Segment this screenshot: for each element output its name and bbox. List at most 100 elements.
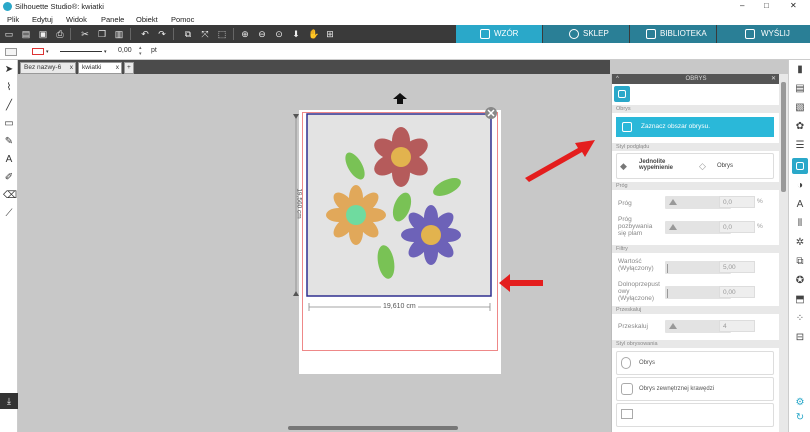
- menu-item-edytuj[interactable]: Edytuj: [32, 15, 53, 24]
- open-file-icon[interactable]: ▤: [21, 29, 31, 39]
- contrast-icon[interactable]: ◑: [794, 180, 806, 192]
- doc-tab-kwiatki[interactable]: kwiatki x: [78, 62, 122, 74]
- trace-panel: OBRYS ^ ✕ Obrys Zaznacz obszar obrysu. S…: [611, 74, 780, 432]
- zoom-fit-icon[interactable]: ⊙: [274, 29, 284, 39]
- stepper-icon[interactable]: ▴ ▾: [139, 45, 142, 57]
- tab-design[interactable]: WZÓR: [456, 25, 542, 43]
- draw-tool-icon[interactable]: ✐: [3, 172, 15, 184]
- section-filters: Filtry: [612, 245, 780, 253]
- select-arrow-icon[interactable]: ➤: [3, 64, 15, 76]
- new-tab-button[interactable]: +: [124, 62, 134, 74]
- annotation-arrow-upper: [525, 140, 595, 182]
- eraser-tool-icon[interactable]: ⌫: [3, 190, 17, 202]
- apply-outline-option[interactable]: Obrys: [616, 351, 774, 375]
- height-measurement: 19,560 cm: [295, 188, 303, 219]
- title-bar: Silhouette Studio®: kwiatki – □ ✕: [0, 0, 810, 13]
- ungroup-icon[interactable]: ⤧: [200, 29, 210, 39]
- trace-panel-icon[interactable]: [792, 158, 808, 174]
- fill-color-icon[interactable]: ✿: [794, 121, 806, 133]
- modify-icon[interactable]: ⧉: [794, 256, 806, 268]
- align-icon[interactable]: ⫴: [794, 218, 806, 230]
- menu-item-pomoc[interactable]: Pomoc: [171, 15, 194, 24]
- close-window-button[interactable]: ✕: [790, 1, 797, 10]
- zoom-out-icon[interactable]: ⊖: [257, 29, 267, 39]
- new-file-icon[interactable]: ▭: [4, 29, 14, 39]
- rectangle-tool-icon[interactable]: ▭: [3, 118, 15, 130]
- tab-send[interactable]: WYŚLIJ: [717, 25, 810, 43]
- redo-icon[interactable]: ↷: [157, 29, 167, 39]
- close-panel-icon[interactable]: ✕: [771, 74, 776, 84]
- threshold-input[interactable]: 0,0: [719, 196, 755, 208]
- trace-outline-icon: [621, 357, 631, 369]
- cut-icon[interactable]: ✂: [80, 29, 90, 39]
- doc-tab-untitled[interactable]: Bez nazwy-6 x: [20, 62, 76, 74]
- replicate-icon[interactable]: ✲: [794, 237, 806, 249]
- maximize-button[interactable]: □: [764, 1, 769, 10]
- speckle-input[interactable]: 0,0: [719, 221, 755, 233]
- menu-item-plik[interactable]: Plik: [7, 15, 19, 24]
- section-apply: Styl obrysowania: [612, 340, 780, 348]
- orange-flower: [326, 185, 386, 245]
- close-tab-icon[interactable]: x: [70, 64, 73, 71]
- scale-input[interactable]: 4: [719, 320, 755, 332]
- undo-icon[interactable]: ↶: [140, 29, 150, 39]
- line-tool-icon[interactable]: ╱: [3, 100, 15, 112]
- tab-library[interactable]: BIBLIOTEKA: [630, 25, 716, 43]
- panel-scrollbar[interactable]: [779, 74, 788, 432]
- line-width-value[interactable]: 0,00: [118, 47, 132, 54]
- design-artwork[interactable]: [289, 90, 569, 320]
- nesting-icon[interactable]: ⊟: [794, 332, 806, 344]
- knife-tool-icon[interactable]: ⟋: [3, 208, 15, 220]
- library-list-icon[interactable]: ▤: [794, 83, 806, 95]
- pattern-icon[interactable]: ⁘: [794, 313, 806, 325]
- import-icon[interactable]: ⤓: [0, 393, 18, 409]
- edit-points-icon[interactable]: ⌇: [3, 82, 15, 94]
- settings-icon[interactable]: ⚙: [794, 397, 806, 409]
- line-style-selector[interactable]: [60, 51, 102, 52]
- line-style-icon[interactable]: ☰: [794, 140, 806, 152]
- highpass-input[interactable]: 5,00: [719, 261, 755, 273]
- lowpass-label: Dolnoprzepust owy (Wyłączone): [618, 281, 660, 302]
- print-icon[interactable]: ⎙: [55, 29, 65, 39]
- apply-outer-edge-option[interactable]: Obrys zewnętrznej krawędzi: [616, 377, 774, 401]
- style-fill-option[interactable]: Jednolite wypełnienie: [639, 159, 689, 171]
- fill-swatch-icon[interactable]: [5, 48, 17, 56]
- zoom-in-icon[interactable]: ⊕: [240, 29, 250, 39]
- close-tab-icon[interactable]: x: [116, 64, 119, 71]
- trace-tab-icon[interactable]: [614, 86, 630, 102]
- fish-outline-icon: ◇: [699, 161, 706, 171]
- collapse-icon[interactable]: ^: [616, 74, 619, 84]
- minimize-button[interactable]: –: [740, 1, 744, 10]
- pan-hand-icon[interactable]: ✋: [308, 29, 319, 39]
- offset-icon[interactable]: ✪: [794, 275, 806, 287]
- cutter-icon: [745, 29, 755, 39]
- pencil-tool-icon[interactable]: ✎: [3, 136, 15, 148]
- zoom-down-icon[interactable]: ⬇: [291, 29, 301, 39]
- refresh-icon[interactable]: ↻: [794, 412, 806, 424]
- canvas-horizontal-scrollbar[interactable]: [18, 424, 610, 432]
- apply-more-option[interactable]: [616, 403, 774, 427]
- style-outline-option[interactable]: Obrys: [717, 163, 733, 169]
- text-tool-icon[interactable]: A: [3, 154, 15, 166]
- tab-store[interactable]: SKLEP: [543, 25, 629, 43]
- document-tabs: Bez nazwy-6 x kwiatki x +: [18, 60, 610, 74]
- text-style-icon[interactable]: A: [794, 199, 806, 211]
- menu-item-widok[interactable]: Widok: [66, 15, 87, 24]
- page-setup-icon[interactable]: ▮: [794, 64, 806, 76]
- section-scale: Przeskaluj: [612, 306, 780, 314]
- copy-icon[interactable]: ❐: [97, 29, 107, 39]
- lowpass-input[interactable]: 0,00: [719, 286, 755, 298]
- line-color-swatch[interactable]: [32, 48, 44, 55]
- fit-page-icon[interactable]: ⊞: [325, 29, 335, 39]
- paste-icon[interactable]: ▥: [114, 29, 124, 39]
- transform-icon[interactable]: ⬒: [794, 294, 806, 306]
- store-icon: [569, 29, 579, 39]
- menu-item-panele[interactable]: Panele: [101, 15, 124, 24]
- select-trace-area-button[interactable]: Zaznacz obszar obrysu.: [616, 117, 774, 137]
- save-icon[interactable]: ▣: [38, 29, 48, 39]
- pixscan-icon[interactable]: ▧: [794, 102, 806, 114]
- menu-item-obiekt[interactable]: Obiekt: [136, 15, 158, 24]
- fish-fill-icon: ◆: [620, 161, 627, 171]
- select-all-icon[interactable]: ⬚: [217, 29, 227, 39]
- group-icon[interactable]: ⧉: [183, 29, 193, 39]
